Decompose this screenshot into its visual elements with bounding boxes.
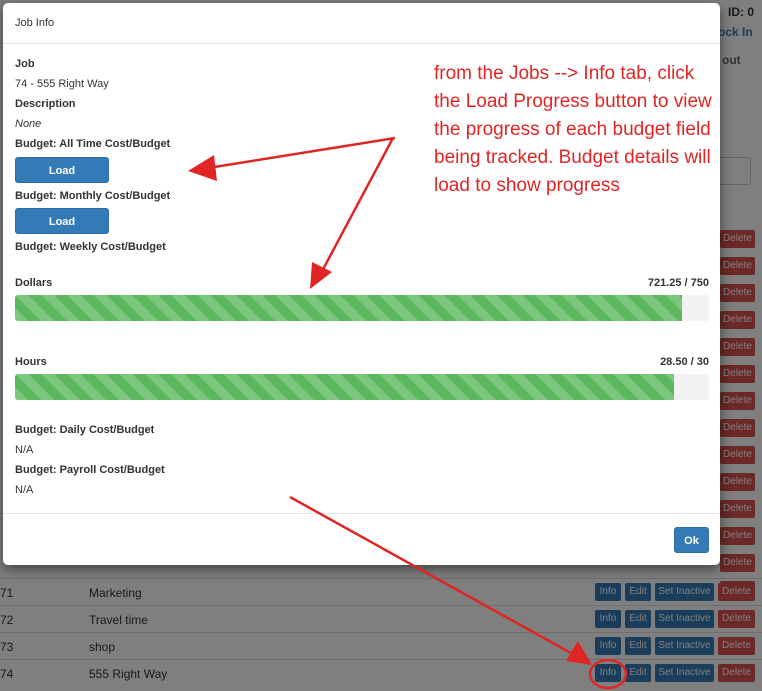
dollars-label: Dollars bbox=[15, 277, 53, 289]
load-progress-button-monthly[interactable]: Load Progress bbox=[15, 208, 109, 254]
annotation-text: from the Jobs --> Info tab, click the Lo… bbox=[434, 63, 712, 196]
hours-value: 28.50 / 30 bbox=[660, 356, 709, 368]
hours-progress-bar bbox=[15, 374, 709, 400]
budget-payroll-label: Budget: Payroll Cost/Budget bbox=[15, 464, 165, 476]
load-progress-button-all-time[interactable]: Load Progress bbox=[15, 157, 109, 203]
description-label: Description bbox=[15, 98, 76, 110]
hours-progress-fill bbox=[15, 374, 675, 400]
daily-value: N/A bbox=[15, 444, 34, 456]
dollars-progress-bar bbox=[15, 295, 709, 321]
budget-all-time-label: Budget: All Time Cost/Budget bbox=[15, 138, 171, 150]
modal-footer: Ok bbox=[3, 513, 720, 566]
job-label: Job bbox=[15, 58, 35, 70]
budget-monthly-label: Budget: Monthly Cost/Budget bbox=[15, 190, 171, 202]
dollars-value: 721.25 / 750 bbox=[647, 277, 709, 289]
description-value: None bbox=[15, 118, 42, 130]
dollars-progress-fill bbox=[15, 295, 683, 321]
payroll-value: N/A bbox=[15, 484, 34, 496]
ok-button[interactable]: Ok bbox=[674, 527, 709, 553]
job-value: 74 - 555 Right Way bbox=[15, 78, 109, 90]
budget-daily-label: Budget: Daily Cost/Budget bbox=[15, 424, 155, 436]
modal-title: Job Info bbox=[15, 17, 55, 29]
hours-label: Hours bbox=[15, 356, 47, 368]
modal-header: Job Info bbox=[3, 3, 720, 44]
budget-weekly-label: Budget: Weekly Cost/Budget bbox=[15, 241, 166, 253]
